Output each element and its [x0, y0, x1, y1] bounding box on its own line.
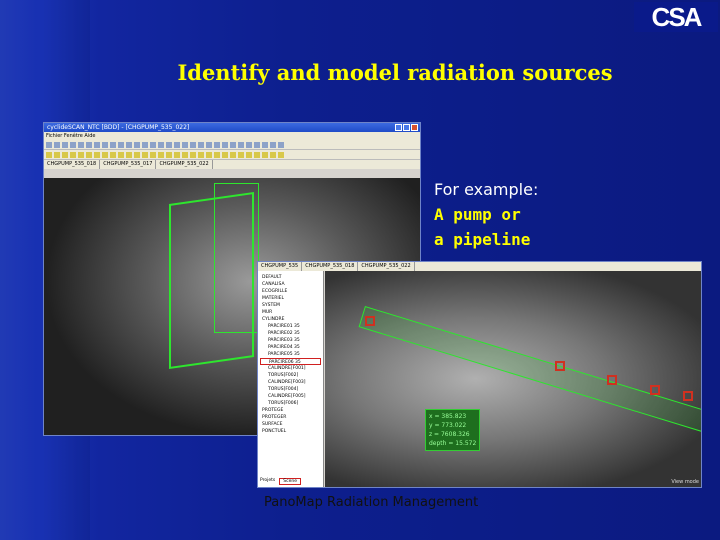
- tab[interactable]: CHGPUMP_535_017: [100, 160, 157, 169]
- tree-item[interactable]: PARCIRE05 35: [260, 351, 321, 358]
- tree-item[interactable]: PROTEGER: [260, 414, 321, 421]
- view-mode-label: View mode: [671, 479, 699, 485]
- caption: PanoMap Radiation Management: [264, 495, 479, 510]
- tree-item[interactable]: CYLINDRE: [260, 316, 321, 323]
- example-text: For example: A pump or a pipeline: [434, 177, 538, 252]
- tree-item[interactable]: SURFACE: [260, 421, 321, 428]
- minimize-icon[interactable]: [395, 124, 402, 131]
- tab[interactable]: CHGPUMP_535_018: [302, 262, 359, 271]
- tree-item[interactable]: TORUS[F006]: [260, 400, 321, 407]
- screenshot-pipeline-viewer: CHGPUMP_535 CHGPUMP_535_018 CHGPUMP_535_…: [257, 261, 702, 488]
- tree-item[interactable]: PARCIRE01 35: [260, 323, 321, 330]
- tree-item[interactable]: PONCTUEL: [260, 428, 321, 435]
- close-icon[interactable]: [411, 124, 418, 131]
- marker: [607, 375, 617, 385]
- tree-item[interactable]: PARCIRE04 35: [260, 344, 321, 351]
- marker: [683, 391, 693, 401]
- tree-item[interactable]: CALINDRE[F005]: [260, 393, 321, 400]
- window-titlebar: cyclideSCAN_NTC [BDD] - [CHGPUMP_535_022…: [44, 123, 420, 132]
- tree-item[interactable]: DEFAULT: [260, 274, 321, 281]
- tree-item[interactable]: CANALISA: [260, 281, 321, 288]
- readout-x: x = 385.823: [429, 413, 467, 420]
- readout-depth: depth = 15.572: [429, 440, 477, 447]
- window-title: cyclideSCAN_NTC [BDD] - [CHGPUMP_535_022…: [47, 124, 190, 131]
- tree-item[interactable]: PARCIRE06 35: [260, 358, 321, 365]
- tree-item[interactable]: MUR: [260, 309, 321, 316]
- example-line-2: a pipeline: [434, 230, 531, 249]
- example-intro: For example:: [434, 180, 539, 199]
- pump-model-box: [214, 183, 259, 333]
- tree-item[interactable]: TORUS[F002]: [260, 372, 321, 379]
- slide-title: Identify and model radiation sources: [177, 60, 613, 85]
- readout-y: y = 773.022: [429, 422, 467, 429]
- tree-item[interactable]: PARCIRE02 35: [260, 330, 321, 337]
- tree-item[interactable]: CALINDRE[F003]: [260, 379, 321, 386]
- marker: [365, 316, 375, 326]
- tab[interactable]: CHGPUMP_535_018: [44, 160, 101, 169]
- coordinate-readout: x = 385.823 y = 773.022 z = 7608.326 dep…: [425, 409, 481, 451]
- example-line-1: A pump or: [434, 205, 521, 224]
- toolbar[interactable]: [44, 140, 420, 150]
- tab[interactable]: CHGPUMP_535: [258, 262, 303, 271]
- tree-item[interactable]: PARCIRE03 35: [260, 337, 321, 344]
- pipeline-model: [358, 306, 701, 444]
- maximize-icon[interactable]: [403, 124, 410, 131]
- tab[interactable]: CHGPUMP_535_022: [358, 262, 415, 271]
- toolbar-2[interactable]: [44, 150, 420, 160]
- marker: [650, 385, 660, 395]
- tab-projets[interactable]: Projets: [260, 478, 275, 485]
- tree-item[interactable]: MATERIEL: [260, 295, 321, 302]
- object-tree[interactable]: DEFAULT CANALISA ECOGRILLE MATERIEL SYSTEM MU…: [258, 271, 324, 487]
- menu-bar[interactable]: Fichier Fenêtre Aide: [44, 132, 420, 140]
- tree-item[interactable]: CALINDRE[F001]: [260, 365, 321, 372]
- tab-scene[interactable]: Scene: [279, 478, 302, 485]
- tree-item[interactable]: TORUS[F004]: [260, 386, 321, 393]
- tree-item[interactable]: PROTEGE: [260, 407, 321, 414]
- view-tabs: CHGPUMP_535_018 CHGPUMP_535_017 CHGPUMP_…: [44, 160, 420, 169]
- readout-z: z = 7608.326: [429, 431, 470, 438]
- tree-item[interactable]: SYSTEM: [260, 302, 321, 309]
- tab[interactable]: CHGPUMP_535_022: [156, 160, 213, 169]
- view-tabs: CHGPUMP_535 CHGPUMP_535_018 CHGPUMP_535_…: [258, 262, 701, 271]
- pipeline-3d-scene[interactable]: x = 385.823 y = 773.022 z = 7608.326 dep…: [325, 271, 701, 487]
- marker: [555, 361, 565, 371]
- tree-item[interactable]: ECOGRILLE: [260, 288, 321, 295]
- csa-logo: CSA: [634, 2, 718, 32]
